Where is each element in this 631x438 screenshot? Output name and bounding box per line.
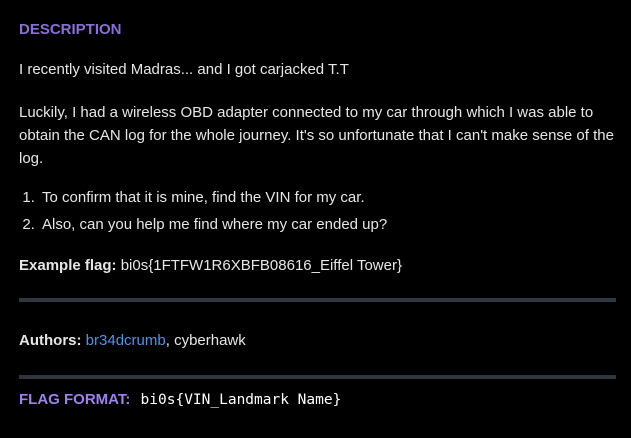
divider xyxy=(19,298,616,302)
example-flag-label: Example flag: xyxy=(19,257,117,274)
example-flag: Example flag: bi0s{1FTFW1R6XBFB08616_Eif… xyxy=(19,254,617,277)
flag-format-label: FLAG FORMAT: xyxy=(19,391,131,408)
author-link[interactable]: br34dcrumb xyxy=(86,332,166,349)
authors-label: Authors: xyxy=(19,332,82,349)
description-heading: DESCRIPTION xyxy=(19,21,122,38)
task-list: To confirm that it is mine, find the VIN… xyxy=(19,186,387,240)
flag-format-value: bi0s{VIN_Landmark Name} xyxy=(140,392,342,408)
flag-format: FLAG FORMAT: bi0s{VIN_Landmark Name} xyxy=(19,391,341,408)
author-separator: , xyxy=(165,332,175,349)
author-name: cyberhawk xyxy=(174,332,246,349)
divider xyxy=(19,375,616,379)
task-item: Also, can you help me find where my car … xyxy=(39,213,387,236)
example-flag-value: bi0s{1FTFW1R6XBFB08616_Eiffel Tower} xyxy=(120,257,402,274)
intro-line: I recently visited Madras... and I got c… xyxy=(19,61,349,78)
task-item: To confirm that it is mine, find the VIN… xyxy=(39,186,387,209)
authors: Authors: br34dcrumb, cyberhawk xyxy=(19,329,617,352)
description-paragraph: Luckily, I had a wireless OBD adapter co… xyxy=(19,104,614,167)
